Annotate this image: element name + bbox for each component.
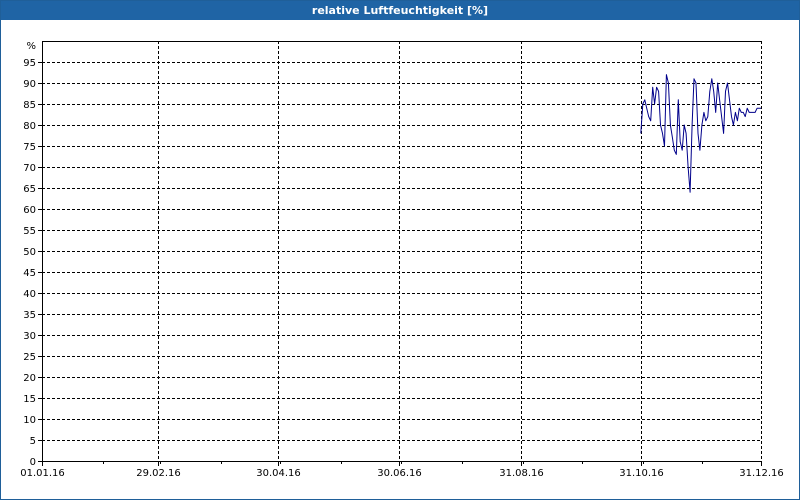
y-tick-label: 0 bbox=[30, 457, 36, 468]
y-tick-label: 40 bbox=[23, 289, 36, 300]
x-tick-labels: 01.01.16 29.02.16 30.04.16 30.06.16 31.08.16… bbox=[20, 468, 784, 479]
y-tick-label: 90 bbox=[23, 79, 36, 90]
y-tick-label: 15 bbox=[23, 394, 36, 405]
y-tick-label: 95 bbox=[23, 58, 36, 69]
y-tick-label: 75 bbox=[23, 142, 36, 153]
chart-window: relative Luftfeuchtigkeit [%] 0 5 10 15 20 25… bbox=[0, 0, 800, 500]
x-tick-label: 30.04.16 bbox=[256, 468, 301, 479]
grid-lines bbox=[42, 41, 762, 461]
x-tick-label: 31.10.16 bbox=[619, 468, 664, 479]
y-tick-label: 65 bbox=[23, 184, 36, 195]
y-tick-label: 35 bbox=[23, 310, 36, 321]
x-tick-label: 31.08.16 bbox=[499, 468, 544, 479]
y-tick-label: 85 bbox=[23, 100, 36, 111]
series-layer bbox=[640, 74, 761, 193]
y-tick-label: 60 bbox=[23, 205, 36, 216]
humidity-series-line bbox=[640, 74, 761, 193]
y-tick-label: 25 bbox=[23, 352, 36, 363]
y-tick-label: 5 bbox=[30, 436, 36, 447]
y-tick-labels: 0 5 10 15 20 25 30 35 40 45 50 55 60 65 70 75 80 85 90 95 bbox=[23, 58, 36, 468]
humidity-line-chart: 0 5 10 15 20 25 30 35 40 45 50 55 60 65 70 75 80 85 90 95 0… bbox=[20, 41, 784, 479]
x-tick-label: 29.02.16 bbox=[136, 468, 181, 479]
x-tick-label: 30.06.16 bbox=[377, 468, 422, 479]
y-tick-label: 30 bbox=[23, 331, 36, 342]
y-tick-label: 80 bbox=[23, 121, 36, 132]
x-tick-label: 01.01.16 bbox=[20, 468, 65, 479]
y-tick-label: 70 bbox=[23, 163, 36, 174]
x-tick-label: 31.12.16 bbox=[739, 468, 784, 479]
y-axis-unit-label: % bbox=[26, 41, 36, 52]
y-tick-label: 55 bbox=[23, 226, 36, 237]
y-tick-label: 50 bbox=[23, 247, 36, 258]
y-tick-label: 10 bbox=[23, 415, 36, 426]
y-tick-label: 45 bbox=[23, 268, 36, 279]
y-tick-label: 20 bbox=[23, 373, 36, 384]
